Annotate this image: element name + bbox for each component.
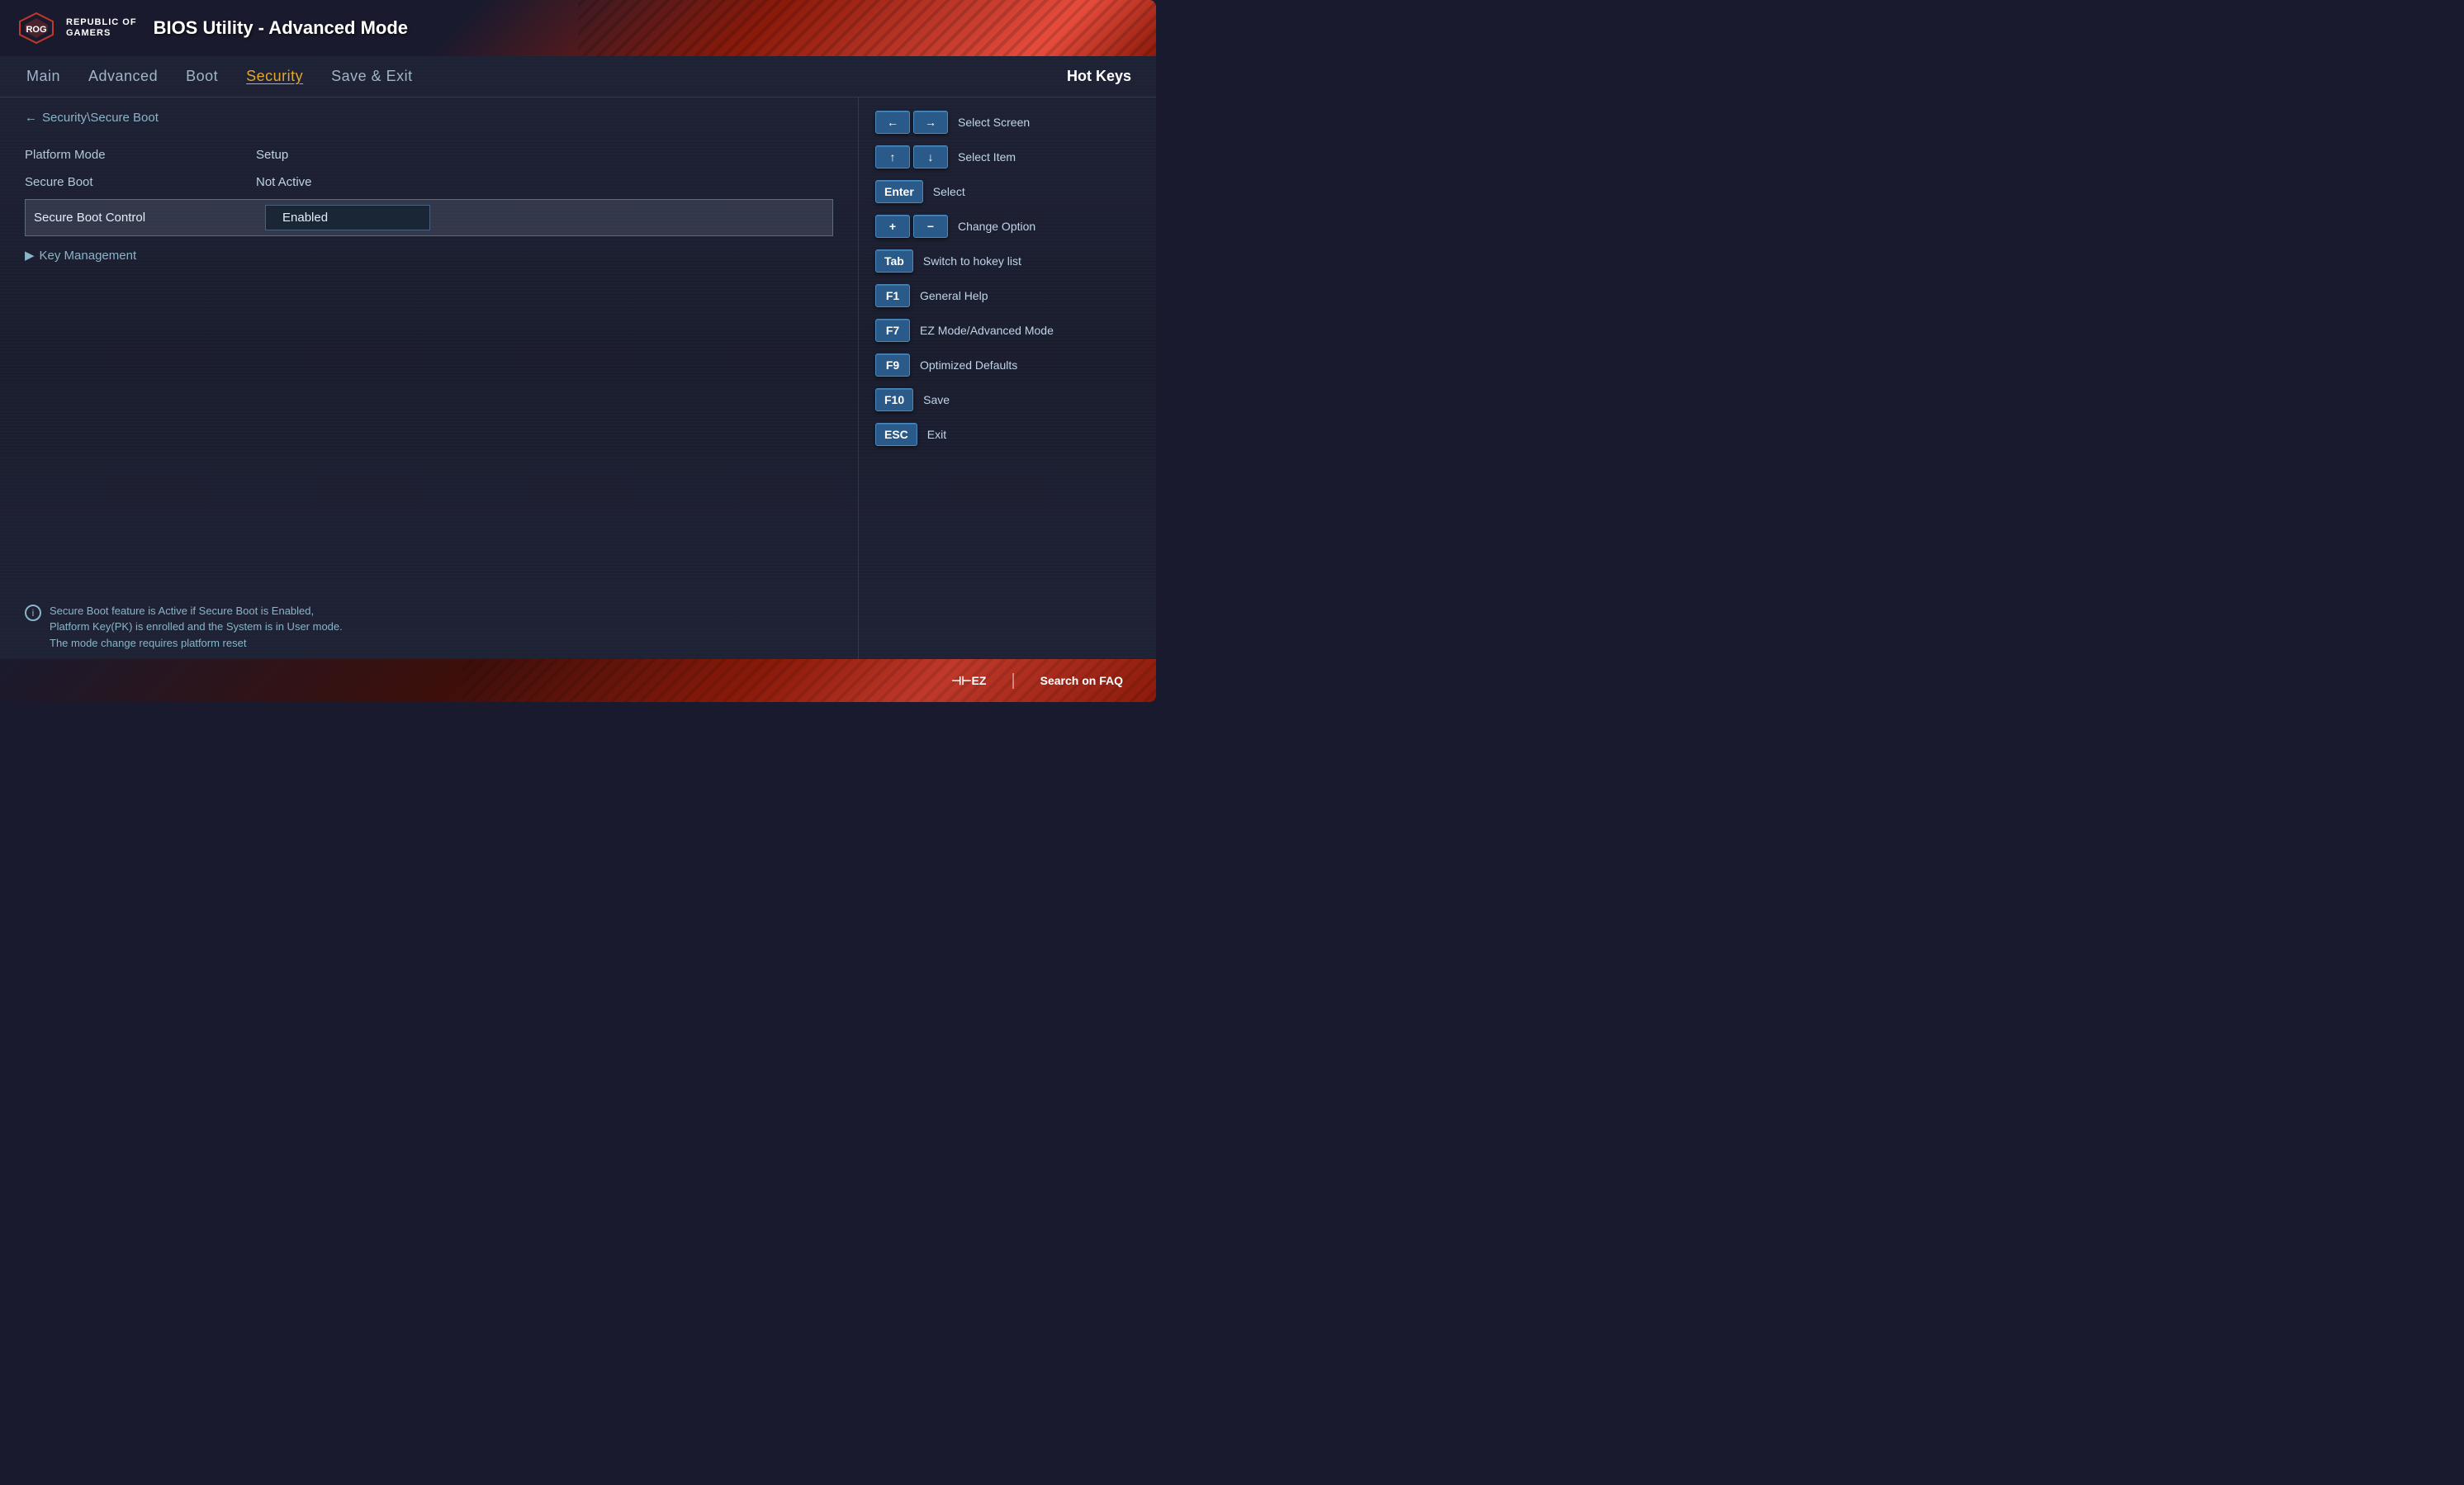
hotkey-btn-f1: F1: [875, 284, 910, 307]
nav-item-advanced[interactable]: Advanced: [87, 63, 159, 90]
hotkey-btn-down-arrow: ↓: [913, 145, 948, 168]
hotkey-row-select-item: ↑ ↓ Select Item: [875, 145, 1140, 168]
hotkey-btn-up-arrow: ↑: [875, 145, 910, 168]
setting-row-secure-boot-control[interactable]: Secure Boot Control Enabled: [25, 199, 833, 236]
hotkey-desc-select-item: Select Item: [958, 150, 1016, 164]
setting-row-secure-boot: Secure Boot Not Active: [25, 168, 833, 196]
hotkey-buttons-change-option: + −: [875, 215, 948, 238]
hotkey-row-f10: F10 Save: [875, 388, 1140, 411]
info-box: i Secure Boot feature is Active if Secur…: [25, 603, 1115, 652]
hotkey-buttons-enter: Enter: [875, 180, 923, 203]
search-on-faq[interactable]: Search on FAQ: [1040, 674, 1123, 687]
rog-logo-icon: ROG: [17, 12, 56, 45]
nav-item-main[interactable]: Main: [25, 63, 62, 90]
hotkey-row-esc: ESC Exit: [875, 423, 1140, 446]
hotkey-desc-select-screen: Select Screen: [958, 116, 1030, 129]
setting-row-platform-mode: Platform Mode Setup: [25, 141, 833, 168]
hotkey-buttons-f10: F10: [875, 388, 913, 411]
hotkey-btn-f7: F7: [875, 319, 910, 342]
hotkey-buttons-select-item: ↑ ↓: [875, 145, 948, 168]
nav-item-boot[interactable]: Boot: [184, 63, 220, 90]
hotkey-buttons-tab: Tab: [875, 249, 913, 273]
platform-mode-label: Platform Mode: [25, 148, 256, 162]
header-bar: ROG REPUBLIC OF GAMERS BIOS Utility - Ad…: [0, 0, 1156, 56]
hotkey-desc-f7: EZ Mode/Advanced Mode: [920, 324, 1054, 337]
hotkey-buttons-f7: F7: [875, 319, 910, 342]
breadcrumb-path: Security\Secure Boot: [42, 111, 159, 125]
hotkey-buttons-select-screen: ← →: [875, 111, 948, 134]
hotkey-btn-left-arrow: ←: [875, 111, 910, 134]
hotkey-row-f1: F1 General Help: [875, 284, 1140, 307]
hotkey-btn-right-arrow: →: [913, 111, 948, 134]
info-icon: i: [25, 605, 41, 621]
svg-text:ROG: ROG: [26, 25, 46, 35]
hotkey-btn-f10: F10: [875, 388, 913, 411]
hotkey-desc-f1: General Help: [920, 289, 988, 302]
secure-boot-control-value[interactable]: Enabled: [265, 205, 430, 230]
hotkey-desc-esc: Exit: [927, 428, 946, 441]
hotkey-btn-esc: ESC: [875, 423, 917, 446]
hotkey-row-select-screen: ← → Select Screen: [875, 111, 1140, 134]
hotkey-row-change-option: + − Change Option: [875, 215, 1140, 238]
info-text: Secure Boot feature is Active if Secure …: [50, 603, 343, 652]
hotkey-row-f7: F7 EZ Mode/Advanced Mode: [875, 319, 1140, 342]
footer-divider: |: [1011, 671, 1015, 690]
hotkey-desc-f10: Save: [923, 393, 950, 406]
hotkey-row-enter: Enter Select: [875, 180, 1140, 203]
nav-item-security[interactable]: Security: [244, 63, 305, 90]
secure-boot-control-label: Secure Boot Control: [34, 211, 265, 225]
nav-item-save-exit[interactable]: Save & Exit: [329, 63, 415, 90]
bios-title: BIOS Utility - Advanced Mode: [154, 17, 408, 39]
secure-boot-label: Secure Boot: [25, 175, 256, 189]
hotkey-row-f9: F9 Optimized Defaults: [875, 353, 1140, 377]
hotkeys-panel: ← → Select Screen ↑ ↓ Select Item: [859, 97, 1156, 659]
settings-panel: ← Security\Secure Boot Platform Mode Set…: [0, 97, 859, 659]
bios-screen: ROG REPUBLIC OF GAMERS BIOS Utility - Ad…: [0, 0, 1156, 702]
hotkey-btn-plus: +: [875, 215, 910, 238]
nav-bar: Main Advanced Boot Security Save & Exit …: [0, 56, 1156, 97]
secure-boot-value: Not Active: [256, 175, 312, 189]
hotkey-desc-f9: Optimized Defaults: [920, 358, 1017, 372]
hotkey-desc-change-option: Change Option: [958, 220, 1035, 233]
hotkey-row-tab: Tab Switch to hokey list: [875, 249, 1140, 273]
main-content: Main Advanced Boot Security Save & Exit …: [0, 56, 1156, 659]
hotkey-buttons-f1: F1: [875, 284, 910, 307]
ez-mode-footer[interactable]: ⊣⊢EZ: [951, 674, 986, 688]
hotkey-btn-minus: −: [913, 215, 948, 238]
logo-area: ROG REPUBLIC OF GAMERS: [17, 12, 137, 45]
key-management-arrow-icon: ▶: [25, 248, 35, 263]
hotkey-desc-tab: Switch to hokey list: [923, 254, 1021, 268]
hotkey-btn-tab: Tab: [875, 249, 913, 273]
key-management-label: Key Management: [40, 249, 137, 263]
republic-of-gamers-text: REPUBLIC OF GAMERS: [66, 17, 137, 39]
breadcrumb-arrow-icon: ←: [25, 111, 37, 125]
hotkey-btn-f9: F9: [875, 353, 910, 377]
footer-bar: ⊣⊢EZ | Search on FAQ: [0, 659, 1156, 702]
key-management-item[interactable]: ▶ Key Management: [25, 240, 833, 271]
hotkey-desc-select: Select: [933, 185, 965, 198]
hotkey-btn-enter: Enter: [875, 180, 923, 203]
platform-mode-value: Setup: [256, 148, 288, 162]
content-layout: ← Security\Secure Boot Platform Mode Set…: [0, 97, 1156, 659]
hotkey-buttons-f9: F9: [875, 353, 910, 377]
breadcrumb: ← Security\Secure Boot: [25, 111, 833, 125]
hot-keys-label: Hot Keys: [1067, 68, 1131, 85]
hotkey-buttons-esc: ESC: [875, 423, 917, 446]
